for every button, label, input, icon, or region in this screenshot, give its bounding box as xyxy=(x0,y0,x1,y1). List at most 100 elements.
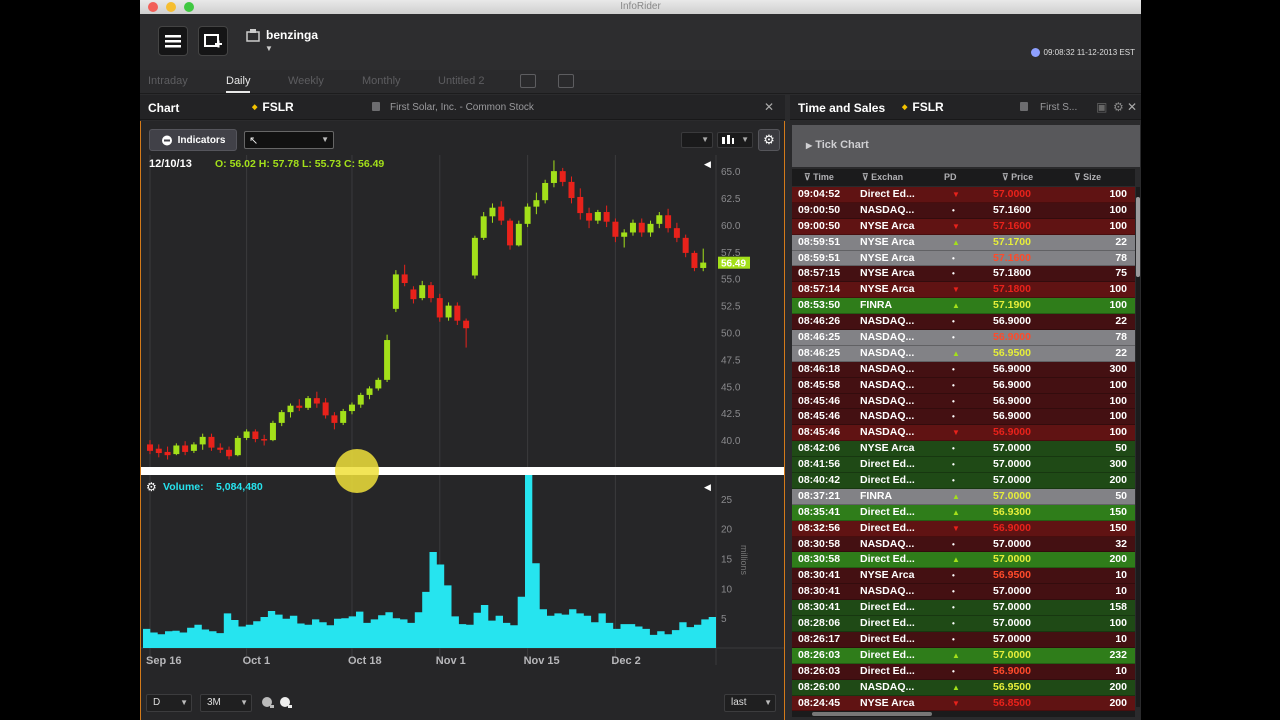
tab-weekly[interactable]: Weekly xyxy=(288,75,324,87)
table-row[interactable]: 08:40:42 Direct Ed... • 57.0000 200 xyxy=(792,473,1135,489)
chart-settings-button[interactable]: ⚙ xyxy=(758,129,780,151)
table-row[interactable]: 08:46:25 NASDAQ... ▲ 56.9500 22 xyxy=(792,345,1135,362)
table-row[interactable]: 09:04:52 Direct Ed... ▼ 57.0000 100 xyxy=(792,187,1135,203)
candle xyxy=(515,220,522,247)
period-select[interactable]: D ▼ xyxy=(146,694,192,712)
trade-exchange: Direct Ed... xyxy=(860,553,915,566)
lock-icon[interactable] xyxy=(1020,102,1028,111)
table-row[interactable]: 08:26:17 Direct Ed... • 57.0000 10 xyxy=(792,631,1135,648)
column-exchange[interactable]: ⊽ Exchan xyxy=(862,172,903,183)
column-price[interactable]: ⊽ Price xyxy=(1002,172,1033,183)
trade-price: 56.9500 xyxy=(993,569,1031,582)
table-row[interactable]: 08:30:41 NASDAQ... • 57.0000 10 xyxy=(792,584,1135,601)
table-row[interactable]: 08:53:50 FINRA ▲ 57.1900 100 xyxy=(792,298,1135,315)
scrollbar-thumb[interactable] xyxy=(1136,197,1140,277)
table-row[interactable]: 08:30:58 Direct Ed... ▲ 57.0000 200 xyxy=(792,552,1135,569)
zoom-out-icon[interactable] xyxy=(261,696,275,710)
trade-exchange: NASDAQ... xyxy=(860,426,915,439)
price-volume-chart[interactable]: 40.042.545.047.550.052.555.057.560.062.5… xyxy=(141,155,784,720)
trade-direction-icon: • xyxy=(952,269,955,279)
table-row[interactable]: 08:41:56 Direct Ed... • 57.0000 300 xyxy=(792,457,1135,474)
ts-settings-icon[interactable]: ⚙ xyxy=(1113,100,1124,114)
chart-symbol[interactable]: FSLR xyxy=(252,100,293,114)
table-row[interactable]: 08:35:41 Direct Ed... ▲ 56.9300 150 xyxy=(792,504,1135,521)
trade-direction-icon: ▲ xyxy=(952,555,960,565)
tab-daily[interactable]: Daily xyxy=(226,75,251,93)
table-row[interactable]: 08:46:18 NASDAQ... • 56.9000 300 xyxy=(792,361,1135,378)
chevron-down-icon: ▼ xyxy=(701,135,709,144)
zoom-in-icon[interactable] xyxy=(279,696,293,710)
brand-logo[interactable]: benzinga ▼ xyxy=(246,28,318,53)
table-row[interactable]: 08:46:26 NASDAQ... • 56.9000 22 xyxy=(792,314,1135,331)
table-row[interactable]: 08:30:41 Direct Ed... • 57.0000 158 xyxy=(792,600,1135,617)
table-row[interactable]: 08:42:06 NYSE Arca • 57.0000 50 xyxy=(792,441,1135,458)
table-row[interactable]: 08:59:51 NYSE Arca ▲ 57.1700 22 xyxy=(792,234,1135,251)
ts-rows: 09:04:52 Direct Ed... ▼ 57.0000 100 09:00:50 N… xyxy=(792,187,1135,712)
table-row[interactable]: 08:30:41 NYSE Arca • 56.9500 10 xyxy=(792,568,1135,585)
price-tick-label: 45.0 xyxy=(721,382,741,393)
close-ts-icon[interactable]: ✕ xyxy=(1127,100,1137,114)
table-row[interactable]: 08:30:58 NASDAQ... • 57.0000 32 xyxy=(792,536,1135,553)
lock-icon[interactable] xyxy=(372,102,380,111)
volume-pane-collapse-icon[interactable]: ◀ xyxy=(704,482,711,492)
column-size[interactable]: ⊽ Size xyxy=(1074,172,1101,183)
ts-horizontal-scrollbar[interactable] xyxy=(792,711,1135,717)
table-row[interactable]: 08:24:45 NYSE Arca ▼ 56.8500 200 xyxy=(792,695,1135,712)
chevron-down-icon[interactable]: ▼ xyxy=(265,44,273,53)
tab-monthly[interactable]: Monthly xyxy=(362,75,401,87)
table-row[interactable]: 08:45:46 NASDAQ... • 56.9000 100 xyxy=(792,409,1135,426)
table-row[interactable]: 08:57:14 NYSE Arca ▼ 57.1800 100 xyxy=(792,282,1135,299)
trade-size: 10 xyxy=(1115,664,1127,677)
layout-grid-icon[interactable] xyxy=(520,74,536,88)
drawing-tool-select[interactable]: ▼ xyxy=(681,132,713,148)
indicators-label: Indicators xyxy=(177,134,226,146)
close-chart-icon[interactable]: ✕ xyxy=(764,100,774,114)
trade-direction-icon: ▼ xyxy=(952,190,960,199)
table-row[interactable]: 08:45:46 NASDAQ... • 56.9000 100 xyxy=(792,393,1135,410)
cursor-select[interactable]: ↖ ▼ xyxy=(244,131,334,149)
new-window-button[interactable] xyxy=(198,26,228,56)
trade-direction-icon: • xyxy=(952,571,955,581)
chart-type-select[interactable]: ▼ xyxy=(717,132,753,148)
scrollbar-thumb[interactable] xyxy=(812,712,932,716)
table-row[interactable]: 08:26:00 NASDAQ... ▲ 56.9500 200 xyxy=(792,679,1135,696)
ts-symbol[interactable]: FSLR xyxy=(902,100,943,114)
trade-exchange: Direct Ed... xyxy=(860,505,915,518)
price-type-select[interactable]: last ▼ xyxy=(724,694,776,712)
table-row[interactable]: 08:46:25 NASDAQ... • 56.9000 78 xyxy=(792,330,1135,346)
table-row[interactable]: 08:45:46 NASDAQ... ▼ 56.9000 100 xyxy=(792,425,1135,442)
tab-untitled-2[interactable]: Untitled 2 xyxy=(438,75,484,87)
cursor-icon: ↖ xyxy=(249,135,259,147)
trade-price: 57.1900 xyxy=(993,299,1031,312)
ts-vertical-scrollbar[interactable] xyxy=(1136,187,1140,707)
trade-direction-icon: • xyxy=(952,396,955,406)
trade-price: 57.1700 xyxy=(993,235,1031,248)
volume-settings-icon[interactable]: ⚙ xyxy=(146,480,157,494)
indicators-button[interactable]: Indicators xyxy=(149,129,237,151)
table-row[interactable]: 08:28:06 Direct Ed... • 57.0000 100 xyxy=(792,616,1135,632)
column-time[interactable]: ⊽ Time xyxy=(804,172,834,183)
trade-time: 08:37:21 xyxy=(798,489,841,502)
trade-direction-icon: • xyxy=(952,666,955,676)
pane-splitter[interactable] xyxy=(141,467,784,475)
table-row[interactable]: 08:45:58 NASDAQ... • 56.9000 100 xyxy=(792,377,1135,394)
price-pane-collapse-icon[interactable]: ◀ xyxy=(704,159,711,169)
table-row[interactable]: 08:26:03 Direct Ed... • 56.9000 10 xyxy=(792,663,1135,680)
ts-popout-icon[interactable]: ▣ xyxy=(1096,100,1107,114)
table-row[interactable]: 08:59:51 NYSE Arca • 57.1600 78 xyxy=(792,250,1135,267)
trade-direction-icon: ▼ xyxy=(952,285,960,295)
table-row[interactable]: 08:32:56 Direct Ed... ▼ 56.9000 150 xyxy=(792,520,1135,537)
range-select[interactable]: 3M ▼ xyxy=(200,694,252,712)
table-row[interactable]: 09:00:50 NYSE Arca ▼ 57.1600 100 xyxy=(792,218,1135,235)
trade-time: 08:30:41 xyxy=(798,569,841,582)
layout-add-icon[interactable] xyxy=(558,74,574,88)
menu-button[interactable] xyxy=(158,26,188,56)
table-row[interactable]: 08:57:15 NYSE Arca • 57.1800 75 xyxy=(792,266,1135,283)
table-row[interactable]: 09:00:50 NASDAQ... • 57.1600 100 xyxy=(792,202,1135,219)
tab-intraday[interactable]: Intraday xyxy=(148,75,188,87)
tick-chart-toggle[interactable]: ▶ Tick Chart xyxy=(792,125,1140,167)
column-pd[interactable]: PD xyxy=(944,172,957,182)
table-row[interactable]: 08:26:03 Direct Ed... ▲ 57.0000 232 xyxy=(792,647,1135,664)
table-row[interactable]: 08:37:21 FINRA ▲ 57.0000 50 xyxy=(792,488,1135,505)
trade-size: 100 xyxy=(1109,617,1127,630)
